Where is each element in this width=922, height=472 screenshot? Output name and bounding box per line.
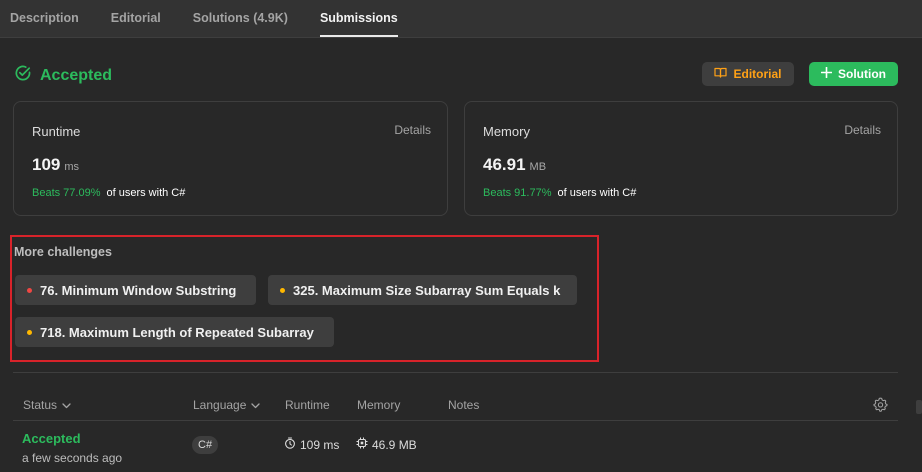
memory-details-link[interactable]: Details	[844, 123, 881, 137]
challenge-chip-718[interactable]: 718. Maximum Length of Repeated Subarray	[15, 317, 334, 347]
memory-number: 46.91	[483, 155, 526, 174]
tab-solutions[interactable]: Solutions (4.9K)	[193, 0, 288, 37]
challenge-chip-325[interactable]: 325. Maximum Size Subarray Sum Equals k	[268, 275, 577, 305]
add-solution-button[interactable]: Solution	[809, 62, 898, 86]
editorial-button-label: Editorial	[733, 67, 782, 81]
runtime-unit: ms	[64, 161, 80, 173]
memory-card: Memory Details 46.91 MB Beats 91.77% of us…	[464, 101, 898, 216]
table-divider	[13, 372, 898, 373]
submission-status-link[interactable]: Accepted	[22, 431, 81, 446]
memory-value: 46.91 MB	[483, 155, 546, 175]
submission-runtime: 109 ms	[284, 437, 339, 452]
memory-column-header: Memory	[357, 398, 400, 412]
runtime-header-label: Runtime	[285, 398, 330, 412]
notes-column-header: Notes	[448, 398, 479, 412]
difficulty-dot-medium	[27, 329, 32, 335]
more-challenges-label: More challenges	[14, 245, 112, 259]
runtime-beats-percent: Beats 77.09%	[32, 187, 101, 199]
editorial-button[interactable]: Editorial	[702, 62, 794, 86]
language-badge: C#	[192, 436, 219, 454]
chevron-down-icon	[62, 398, 71, 412]
memory-beats-suffix: of users with C#	[557, 187, 637, 199]
challenge-title: 76. Minimum Window Substring	[40, 282, 237, 298]
difficulty-dot-hard	[27, 287, 32, 293]
gear-icon[interactable]	[873, 397, 888, 417]
submission-runtime-value: 109 ms	[300, 437, 340, 452]
result-status: Accepted	[40, 66, 113, 84]
stopwatch-icon	[284, 437, 296, 452]
memory-label: Memory	[483, 124, 530, 139]
tab-editorial[interactable]: Editorial	[111, 0, 161, 37]
tab-bar: Description Editorial Solutions (4.9K) S…	[0, 0, 922, 38]
runtime-number: 109	[32, 155, 61, 174]
language-column-header[interactable]: Language	[193, 398, 261, 412]
runtime-card: Runtime Details 109 ms Beats 77.09% of use…	[13, 101, 448, 216]
submission-memory: 46.9 MB	[356, 437, 417, 452]
runtime-beats-suffix: of users with C#	[106, 187, 186, 199]
runtime-value: 109 ms	[32, 155, 79, 175]
status-column-header[interactable]: Status	[23, 398, 71, 412]
check-circle-icon	[14, 64, 32, 87]
challenge-title: 325. Maximum Size Subarray Sum Equals k	[293, 282, 561, 298]
tab-description[interactable]: Description	[10, 0, 79, 37]
difficulty-dot-medium	[280, 287, 285, 293]
runtime-label: Runtime	[32, 124, 81, 139]
challenge-title: 718. Maximum Length of Repeated Subarray	[40, 324, 314, 340]
challenge-chip-76[interactable]: 76. Minimum Window Substring	[15, 275, 256, 305]
memory-beats-percent: Beats 91.77%	[483, 187, 552, 199]
book-icon	[714, 67, 728, 81]
notes-header-label: Notes	[448, 398, 480, 412]
scrollbar-thumb[interactable]	[916, 400, 922, 414]
plus-icon	[820, 66, 833, 81]
language-header-label: Language	[193, 398, 247, 412]
runtime-column-header: Runtime	[285, 398, 330, 412]
memory-beats: Beats 91.77% of users with C#	[483, 187, 636, 199]
runtime-beats: Beats 77.09% of users with C#	[32, 187, 185, 199]
chip-icon	[356, 437, 368, 452]
submissions-table-header: Status Language Runtime Memory Notes	[13, 388, 898, 421]
memory-unit: MB	[529, 161, 547, 173]
solution-button-label: Solution	[838, 67, 886, 81]
result-header: Accepted	[14, 64, 112, 87]
runtime-details-link[interactable]: Details	[394, 123, 431, 137]
chevron-down-icon	[251, 398, 261, 412]
tab-submissions[interactable]: Submissions	[319, 0, 398, 37]
submission-time: a few seconds ago	[22, 451, 123, 465]
memory-header-label: Memory	[357, 398, 401, 412]
status-header-label: Status	[23, 398, 58, 412]
submission-memory-value: 46.9 MB	[372, 437, 417, 452]
